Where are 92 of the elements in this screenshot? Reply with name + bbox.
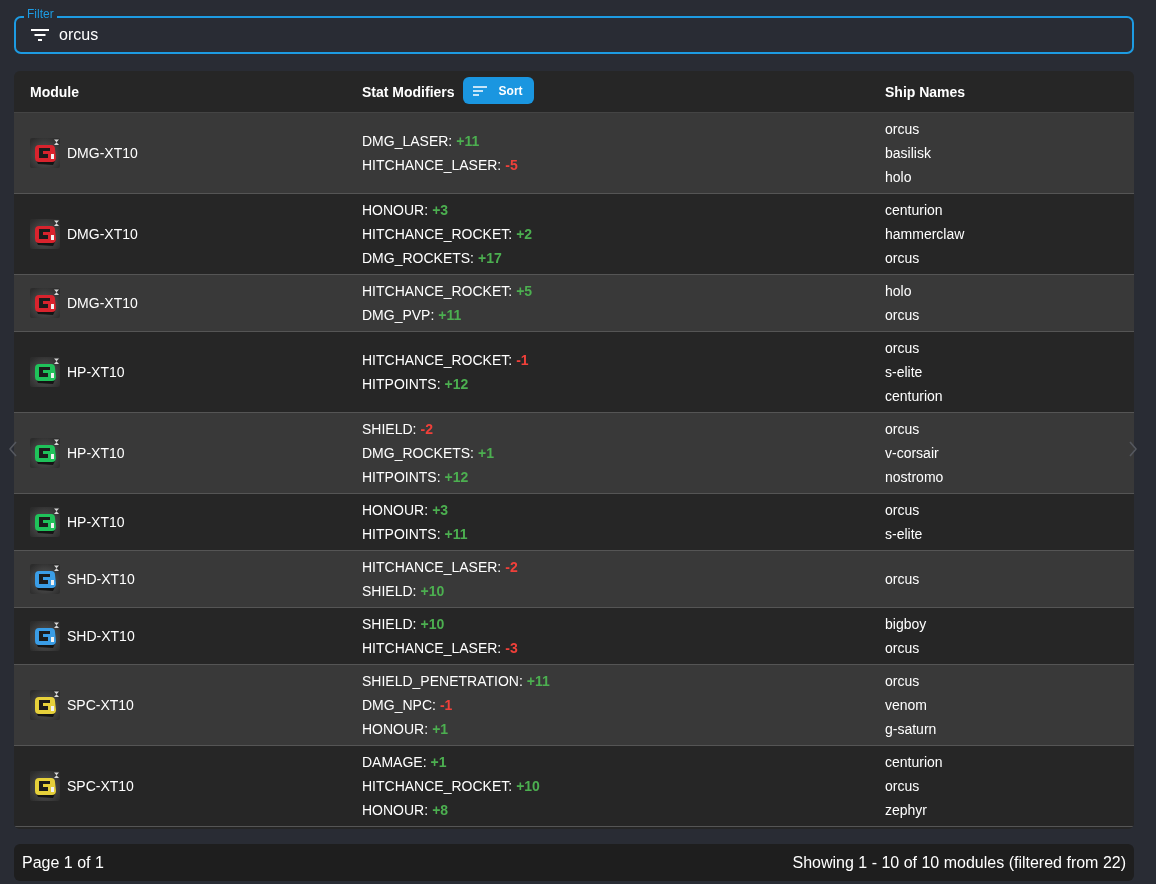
stat-value: +3 [432, 201, 449, 220]
module-name: DMG-XT10 [67, 294, 138, 313]
stat-value: +17 [478, 249, 502, 268]
stat-value: +5 [516, 282, 533, 301]
stat-name: HITCHANCE_ROCKET: [362, 282, 513, 301]
ship-name: basilisk [885, 144, 931, 163]
ship-name: orcus [885, 249, 920, 268]
ship-name: s-elite [885, 525, 923, 544]
stat-name: HONOUR: [362, 501, 429, 520]
stat-value: +1 [432, 720, 449, 739]
stat-value: +10 [420, 615, 445, 634]
stat-name: HONOUR: [362, 801, 429, 820]
column-header: Stat Modifiers [362, 83, 455, 100]
ship-name: s-elite [885, 363, 923, 382]
module-name: SHD-XT10 [67, 627, 135, 646]
stat-value: +10 [516, 777, 540, 796]
ship-name: v-corsair [885, 444, 939, 463]
filter-icon [31, 29, 49, 41]
ship-name: g-saturn [885, 720, 937, 739]
stat-value: +1 [478, 444, 494, 463]
ship-name: holo [885, 168, 912, 187]
stat-value: +8 [432, 801, 449, 820]
sort-icon [472, 85, 487, 96]
stat-name: HITCHANCE_LASER: [362, 639, 502, 658]
module-name: SPC-XT10 [67, 696, 134, 715]
stat-name: SHIELD: [362, 582, 417, 601]
stat-name: HITPOINTS: [362, 375, 441, 394]
module-name: DMG-XT10 [67, 144, 138, 163]
module-name: SPC-XT10 [67, 777, 134, 796]
ship-name: venom [885, 696, 928, 715]
page-indicator: Page 1 of 1 [22, 853, 104, 872]
ship-name: zephyr [885, 801, 928, 820]
stat-name: DAMAGE: [362, 753, 427, 772]
ship-name: hammerclaw [885, 225, 965, 244]
stat-value: -1 [516, 351, 529, 370]
stat-value: +11 [456, 132, 480, 151]
stat-name: DMG_ROCKETS: [362, 249, 474, 268]
column-header: Ship Names [885, 83, 966, 100]
stat-name: HITCHANCE_ROCKET: [362, 225, 513, 244]
ship-name: nostromo [885, 468, 944, 487]
stat-name: HITPOINTS: [362, 468, 441, 487]
ship-name: orcus [885, 777, 920, 796]
module-name: HP-XT10 [67, 363, 125, 382]
ship-name: orcus [885, 501, 920, 520]
module-name: DMG-XT10 [67, 225, 138, 244]
ship-name: holo [885, 282, 912, 301]
stat-value: +12 [444, 375, 469, 394]
stat-name: HITPOINTS: [362, 525, 441, 544]
stat-name: HITCHANCE_LASER: [362, 558, 502, 577]
module-name: HP-XT10 [67, 444, 125, 463]
ship-name: orcus [885, 639, 920, 658]
stat-value: +11 [526, 672, 550, 691]
stat-name: HITCHANCE_LASER: [362, 156, 502, 175]
ship-name: centurion [885, 753, 943, 772]
results-summary: Showing 1 - 10 of 10 modules (filtered from 22) [792, 853, 1126, 872]
ship-name: orcus [885, 306, 920, 325]
stat-name: SHIELD: [362, 420, 417, 439]
stat-value: -3 [505, 639, 518, 658]
stat-name: HONOUR: [362, 720, 429, 739]
stat-name: HITCHANCE_ROCKET: [362, 351, 513, 370]
module-name: SHD-XT10 [67, 570, 135, 589]
stat-value: +10 [420, 582, 445, 601]
chevron-right-icon[interactable] [1129, 441, 1137, 457]
stat-value: -1 [439, 696, 453, 715]
ship-name: orcus [885, 420, 920, 439]
chevron-left-icon[interactable] [9, 441, 17, 457]
module-name: HP-XT10 [67, 513, 125, 532]
stat-name: HITCHANCE_ROCKET: [362, 777, 513, 796]
ship-name: bigboy [885, 615, 927, 634]
stat-name: HONOUR: [362, 201, 429, 220]
stat-value: +11 [444, 525, 468, 544]
stat-name: SHIELD_PENETRATION: [362, 672, 523, 691]
ship-name: orcus [885, 570, 920, 589]
ship-name: orcus [885, 339, 920, 358]
stat-value: +3 [432, 501, 449, 520]
stat-value: +2 [516, 225, 533, 244]
stat-name: DMG_NPC: [362, 696, 436, 715]
stat-value: +1 [430, 753, 447, 772]
ship-name: centurion [885, 201, 943, 220]
stat-value: +12 [444, 468, 469, 487]
stat-value: -2 [420, 420, 433, 439]
ship-name: centurion [885, 387, 943, 406]
stat-name: DMG_PVP: [362, 306, 435, 325]
stat-value: -5 [505, 156, 518, 175]
ship-name: orcus [885, 672, 920, 691]
stat-name: SHIELD: [362, 615, 417, 634]
ship-name: orcus [885, 120, 920, 139]
stat-value: -2 [505, 558, 518, 577]
stat-name: DMG_ROCKETS: [362, 444, 474, 463]
stat-value: +11 [438, 306, 462, 325]
column-header: Module [30, 83, 79, 100]
stat-name: DMG_LASER: [362, 132, 453, 151]
